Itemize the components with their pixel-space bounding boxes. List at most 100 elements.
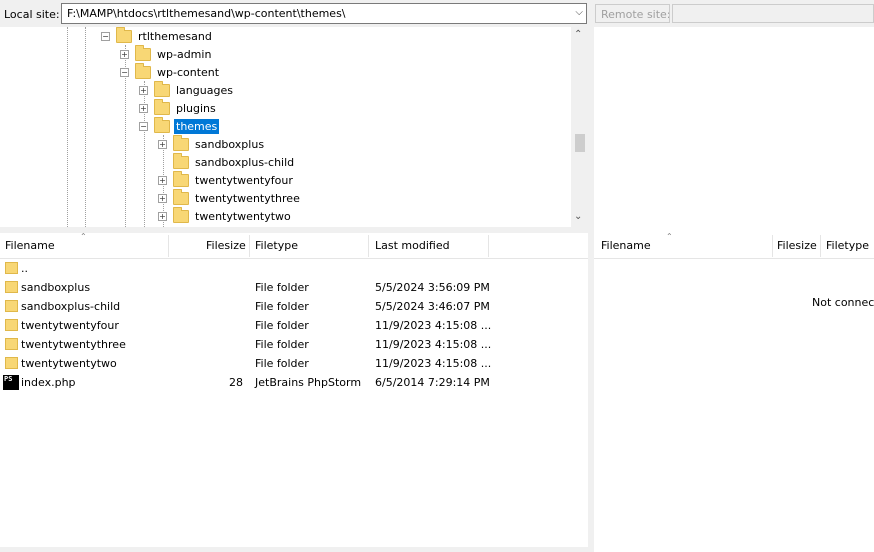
tree-node-label[interactable]: sandboxplus-child <box>193 155 296 170</box>
tree-node-languages[interactable]: + languages <box>139 80 235 99</box>
tree-node-twentytwentyfour[interactable]: + twentytwentyfour <box>158 170 295 189</box>
file-name[interactable]: sandboxplus-child <box>21 300 120 313</box>
column-filesize[interactable]: Filesize <box>777 239 817 252</box>
tree-node-label[interactable]: twentytwentythree <box>193 191 302 206</box>
folder-icon <box>173 188 189 205</box>
file-type: JetBrains PhpStorm <box>255 376 362 389</box>
local-path-value[interactable]: F:\MAMP\htdocs\rtlthemesand\wp-content\t… <box>67 7 346 20</box>
file-row[interactable]: sandboxplus File folder 5/5/2024 3:56:09… <box>0 278 588 297</box>
remote-directory-tree[interactable] <box>594 27 874 227</box>
local-directory-tree[interactable]: − rtlthemesand + wp-admin − wp-content +… <box>0 27 588 227</box>
tree-node-label[interactable]: plugins <box>174 101 218 116</box>
file-name[interactable]: twentytwentythree <box>21 338 126 351</box>
tree-node-sandboxplus-child[interactable]: sandboxplus-child <box>173 152 296 171</box>
scroll-up-icon[interactable]: ⌃ <box>574 29 582 40</box>
file-row[interactable]: PS index.php 28 JetBrains PhpStorm 6/5/2… <box>0 373 588 392</box>
remote-pane: Remote site: ⌃ Filename Filesize Filetyp… <box>594 0 874 552</box>
column-filetype[interactable]: Filetype <box>826 239 869 252</box>
scrollbar-thumb[interactable] <box>575 134 585 152</box>
column-separator[interactable] <box>488 235 489 257</box>
remote-list-header: ⌃ Filename Filesize Filetype <box>594 232 874 259</box>
expand-icon[interactable]: + <box>120 49 129 59</box>
column-filename[interactable]: Filename <box>601 239 651 252</box>
folder-icon <box>5 262 18 274</box>
local-site-label: Local site: <box>4 8 60 21</box>
file-row[interactable]: twentytwentyfour File folder 11/9/2023 4… <box>0 316 588 335</box>
file-type: File folder <box>255 319 309 332</box>
tree-node-themes[interactable]: − themes <box>139 116 220 135</box>
expand-icon[interactable]: + <box>139 103 148 113</box>
collapse-icon[interactable]: − <box>139 121 148 131</box>
folder-icon <box>5 281 18 293</box>
tree-node-twentytwentytwo[interactable]: + twentytwentytwo <box>158 206 293 225</box>
column-separator[interactable] <box>820 235 821 257</box>
local-file-list[interactable]: ⌃ Filename Filesize Filetype Last modifi… <box>0 232 588 552</box>
local-site-bar: Local site: F:\MAMP\htdocs\rtlthemesand\… <box>0 0 588 27</box>
tree-node-twentytwentythree[interactable]: + twentytwentythree <box>158 188 302 207</box>
column-filetype[interactable]: Filetype <box>255 239 298 252</box>
folder-icon <box>154 80 170 97</box>
collapse-icon[interactable]: − <box>120 67 129 77</box>
collapse-icon[interactable]: − <box>101 31 110 41</box>
file-row[interactable]: twentytwentythree File folder 11/9/2023 … <box>0 335 588 354</box>
tree-node-plugins[interactable]: + plugins <box>139 98 218 117</box>
tree-node-label[interactable]: twentytwentytwo <box>193 209 293 224</box>
column-separator[interactable] <box>249 235 250 257</box>
folder-icon <box>5 338 18 350</box>
tree-node-wp-admin[interactable]: + wp-admin <box>120 44 213 63</box>
file-name[interactable]: index.php <box>21 376 76 389</box>
file-name[interactable]: .. <box>21 262 28 275</box>
file-size: 28 <box>229 376 243 389</box>
local-path-combobox[interactable]: F:\MAMP\htdocs\rtlthemesand\wp-content\t… <box>61 3 587 24</box>
folder-icon <box>173 152 189 169</box>
local-list-header: ⌃ Filename Filesize Filetype Last modifi… <box>0 232 588 259</box>
file-modified: 5/5/2024 3:56:09 PM <box>375 281 490 294</box>
horizontal-scrollbar[interactable] <box>0 547 588 552</box>
tree-node-label[interactable]: languages <box>174 83 235 98</box>
column-separator[interactable] <box>168 235 169 257</box>
expand-icon[interactable]: + <box>158 175 167 185</box>
tree-node-label[interactable]: wp-admin <box>155 47 213 62</box>
local-pane: Local site: F:\MAMP\htdocs\rtlthemesand\… <box>0 0 588 552</box>
file-row[interactable]: twentytwentytwo File folder 11/9/2023 4:… <box>0 354 588 373</box>
tree-node-label[interactable]: sandboxplus <box>193 137 266 152</box>
folder-icon <box>154 116 170 133</box>
sort-asc-icon: ⌃ <box>80 232 87 241</box>
remote-site-bar: Remote site: <box>594 0 874 27</box>
expand-icon[interactable]: + <box>158 139 167 149</box>
column-filesize[interactable]: Filesize <box>206 239 246 252</box>
column-filename[interactable]: Filename <box>5 239 55 252</box>
folder-icon <box>135 44 151 61</box>
file-type: File folder <box>255 300 309 313</box>
file-name[interactable]: twentytwentytwo <box>21 357 117 370</box>
tree-node-label[interactable]: wp-content <box>155 65 221 80</box>
tree-node-label-selected[interactable]: themes <box>174 118 220 134</box>
folder-icon <box>5 300 18 312</box>
tree-scrollbar[interactable]: ⌃ ⌄ <box>571 27 588 227</box>
expand-icon[interactable]: + <box>139 85 148 95</box>
folder-icon <box>135 62 151 79</box>
remote-path-combobox[interactable] <box>672 4 874 23</box>
column-last-modified[interactable]: Last modified <box>375 239 450 252</box>
expand-icon[interactable]: + <box>158 211 167 221</box>
file-row-parent[interactable]: .. <box>0 259 588 278</box>
file-name[interactable]: sandboxplus <box>21 281 90 294</box>
file-row[interactable]: sandboxplus-child File folder 5/5/2024 3… <box>0 297 588 316</box>
column-separator[interactable] <box>368 235 369 257</box>
folder-icon <box>5 357 18 369</box>
chevron-down-icon[interactable]: ⌵ <box>575 7 583 18</box>
file-type: File folder <box>255 281 309 294</box>
remote-file-list[interactable]: ⌃ Filename Filesize Filetype Not connec <box>594 232 874 552</box>
tree-node-wp-content[interactable]: − wp-content <box>120 62 221 81</box>
expand-icon[interactable]: + <box>158 193 167 203</box>
tree-node-label[interactable]: rtlthemesand <box>136 29 214 44</box>
file-name[interactable]: twentytwentyfour <box>21 319 119 332</box>
folder-icon <box>154 98 170 115</box>
column-separator[interactable] <box>772 235 773 257</box>
tree-node-rtlthemesand[interactable]: − rtlthemesand <box>101 27 214 45</box>
scroll-down-icon[interactable]: ⌄ <box>574 211 582 222</box>
folder-icon <box>5 319 18 331</box>
tree-node-label[interactable]: twentytwentyfour <box>193 173 295 188</box>
tree-node-sandboxplus[interactable]: + sandboxplus <box>158 134 266 153</box>
folder-icon <box>116 27 132 43</box>
